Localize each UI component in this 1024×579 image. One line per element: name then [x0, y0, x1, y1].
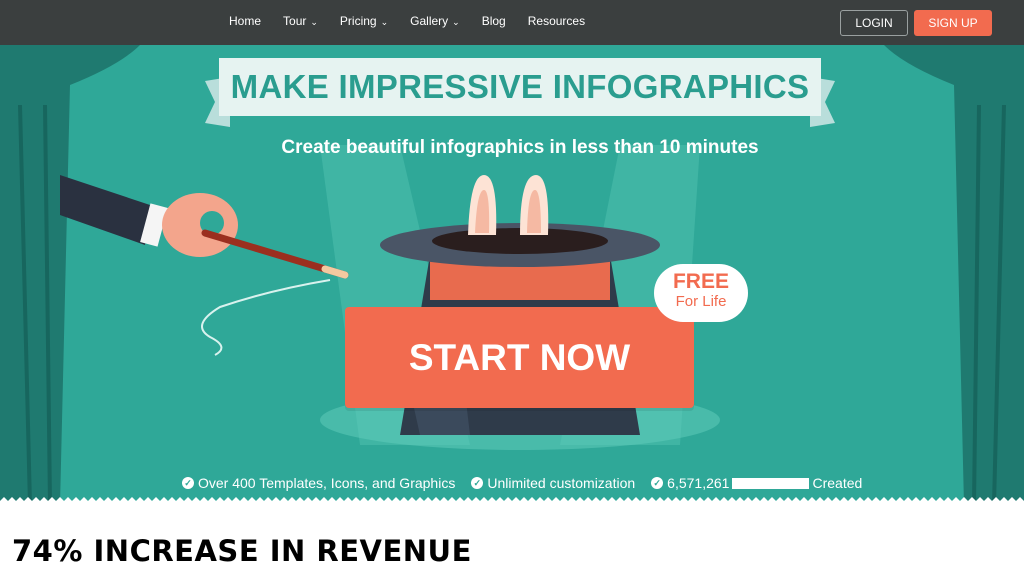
- chevron-down-icon: ⌄: [380, 16, 389, 27]
- top-nav: Home Tour ⌄ Pricing ⌄ Gallery ⌄ Blog Resour…: [0, 0, 1024, 45]
- nav-resources-label: Resources: [527, 14, 586, 28]
- check-circle-icon: ✓: [182, 477, 194, 489]
- free-badge: FREE For Life: [654, 264, 748, 322]
- nav-blog[interactable]: Blog: [482, 14, 506, 28]
- feature-templates-text: Over 400 Templates, Icons, and Graphics: [198, 475, 456, 491]
- nav-pricing-label: Pricing: [339, 14, 377, 28]
- nav-resources[interactable]: Resources: [528, 14, 585, 28]
- feature-count: ✓ 6,571,261 Created: [651, 475, 862, 491]
- chevron-down-icon: ⌄: [310, 16, 318, 27]
- nav-links: Home Tour ⌄ Pricing ⌄ Gallery ⌄ Blog Resour…: [229, 14, 607, 28]
- feature-count-suffix: Created: [812, 475, 863, 491]
- free-badge-subtitle: For Life: [675, 293, 727, 310]
- magician-sleeve: [60, 175, 150, 245]
- nav-tour[interactable]: Tour ⌄: [283, 14, 318, 28]
- start-now-button[interactable]: START NOW: [345, 307, 694, 408]
- hero-section: MAKE IMPRESSIVE INFOGRAPHICS Create beau…: [0, 45, 1024, 505]
- magic-hat-opening: [432, 228, 608, 254]
- magician-hand: [162, 193, 238, 257]
- magic-swirl: [201, 279, 331, 356]
- nav-home[interactable]: Home: [229, 14, 261, 28]
- nav-gallery-label: Gallery: [410, 14, 449, 28]
- features-row: ✓ Over 400 Templates, Icons, and Graphic…: [182, 475, 878, 491]
- login-button[interactable]: LOGIN: [840, 10, 908, 36]
- signup-button[interactable]: SIGN UP: [914, 10, 992, 36]
- nav-gallery[interactable]: Gallery ⌄: [410, 14, 460, 28]
- nav-home-label: Home: [229, 14, 262, 28]
- feature-count-number: 6,571,261: [667, 475, 730, 491]
- zigzag-edge: [0, 497, 1024, 505]
- feature-templates: ✓ Over 400 Templates, Icons, and Graphic…: [182, 475, 455, 491]
- feature-customization-text: Unlimited customization: [487, 475, 636, 491]
- free-badge-title: FREE: [672, 270, 729, 293]
- nav-pricing[interactable]: Pricing ⌄: [340, 14, 388, 28]
- page-heading: 74% INCREASE IN REVENUE: [12, 534, 472, 568]
- chevron-down-icon: ⌄: [452, 16, 460, 27]
- headline-banner: MAKE IMPRESSIVE INFOGRAPHICS: [219, 58, 821, 116]
- feature-customization: ✓ Unlimited customization: [471, 475, 635, 491]
- check-circle-icon: ✓: [651, 477, 664, 489]
- nav-tour-label: Tour: [283, 14, 307, 28]
- redacted-block: [732, 477, 810, 489]
- check-circle-icon: ✓: [471, 477, 484, 489]
- hero-subtitle: Create beautiful infographics in less th…: [281, 137, 759, 158]
- nav-blog-label: Blog: [481, 14, 506, 28]
